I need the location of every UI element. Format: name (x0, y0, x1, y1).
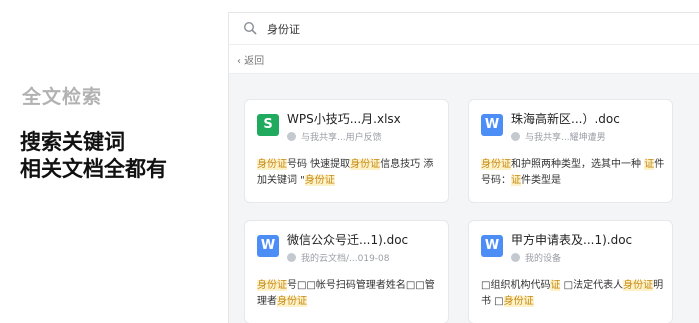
result-meta: 我的设备 (511, 251, 669, 264)
snippet-text: 和护照两种类型，选其中一种 (511, 159, 645, 170)
word-file-icon: W (257, 235, 279, 257)
shared-icon (287, 132, 296, 141)
result-title: 珠海高新区...）.doc (511, 112, 620, 126)
cloud-doc-icon (287, 253, 296, 262)
keyword-highlight: 身份证 (304, 175, 335, 186)
back-bar: ‹ 返回 (229, 45, 699, 74)
result-snippet: 身份证号码 快速提取身份证信息技巧 添加关键词 "身份证 (257, 157, 443, 189)
keyword-highlight: 身份证 (623, 280, 654, 291)
promo-headline-line2: 相关文档全都有 (20, 157, 167, 181)
search-icon[interactable] (243, 21, 257, 35)
keyword-highlight: 身份证 (481, 159, 511, 170)
result-snippet: 身份证和护照两种类型，选其中一种 证件号码：证件类型是 (481, 157, 667, 189)
result-card-1[interactable]: S WPS小技巧...月.xlsx 与我共享...用户反馈 身份证号码 快速提取… (244, 99, 449, 203)
result-card-4[interactable]: W 甲方申请表及...1).doc 我的设备 □组织机构代码证 □法定代表人身份… (468, 220, 673, 323)
snippet-text: 号码 快速提取 (287, 159, 351, 170)
result-location: 我的云文档/...019-08 (301, 254, 390, 264)
promo-headline-line1: 搜索关键词 (20, 130, 125, 154)
result-location: 与我共享...用户反馈 (301, 133, 382, 143)
keyword-highlight: 证 (644, 159, 655, 170)
search-input[interactable] (267, 19, 687, 38)
shared-icon (511, 132, 520, 141)
result-title: 微信公众号迁...1).doc (287, 233, 409, 247)
keyword-highlight: 身份证 (257, 159, 287, 170)
search-panel: ‹ 返回 S WPS小技巧...月.xlsx 与我共享...用户反馈 身份证号码… (228, 12, 699, 323)
snippet-text: □组织机构代码 (481, 280, 551, 291)
word-file-icon: W (481, 235, 503, 257)
result-location: 与我共享...耀坤遭男 (525, 133, 606, 143)
result-title: 甲方申请表及...1).doc (511, 233, 633, 247)
search-bar (229, 13, 699, 45)
promo-subtitle: 全文检索 (22, 86, 103, 108)
keyword-highlight: 身份证 (350, 159, 381, 170)
result-card-3[interactable]: W 微信公众号迁...1).doc 我的云文档/...019-08 身份证号□□… (244, 220, 449, 323)
keyword-highlight: 证 (550, 280, 561, 291)
result-meta: 与我共享...用户反馈 (287, 130, 445, 143)
result-card-2[interactable]: W 珠海高新区...）.doc 与我共享...耀坤遭男 身份证和护照两种类型，选… (468, 99, 673, 203)
result-snippet: 身份证号□□帐号扫码管理者姓名□□管理者身份证 (257, 278, 443, 310)
result-meta: 我的云文档/...019-08 (287, 251, 445, 264)
result-snippet: □组织机构代码证 □法定代表人身份证明书 □身份证 (481, 278, 667, 310)
keyword-highlight: 身份证 (503, 296, 534, 307)
device-icon (511, 253, 520, 262)
result-title: WPS小技巧...月.xlsx (287, 112, 401, 126)
result-location: 我的设备 (525, 254, 562, 264)
word-file-icon: W (481, 114, 503, 136)
spreadsheet-file-icon: S (257, 114, 279, 136)
back-link[interactable]: ‹ 返回 (237, 52, 264, 67)
keyword-highlight: 身份证 (257, 280, 287, 291)
keyword-highlight: 身份证 (277, 296, 307, 307)
snippet-text: □法定代表人 (560, 280, 624, 291)
snippet-text: 件类型是 (521, 175, 561, 186)
result-meta: 与我共享...耀坤遭男 (511, 130, 669, 143)
keyword-highlight: 证 (511, 175, 521, 186)
